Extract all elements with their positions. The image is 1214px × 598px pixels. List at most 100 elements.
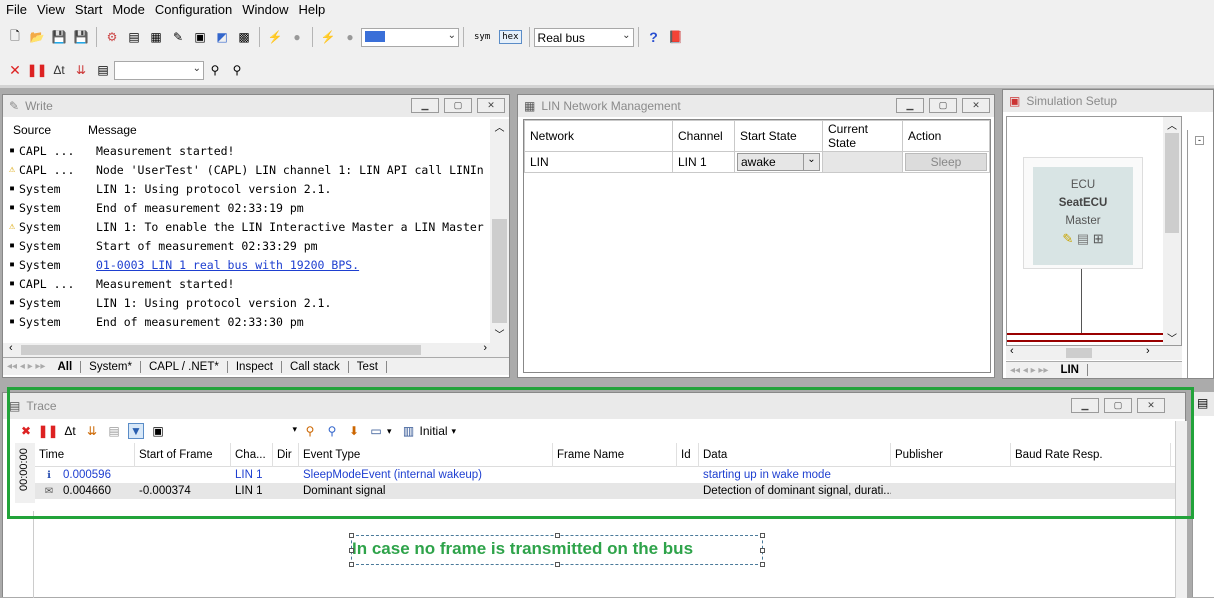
network-node-icon[interactable]: ⊞ [1093, 231, 1104, 246]
options-icon[interactable]: ▤ [95, 62, 111, 78]
trace-col-9[interactable]: Baud Rate Resp. [1011, 442, 1171, 467]
new-file-icon[interactable]: 🗋 [7, 29, 23, 45]
lin-start-state-cell[interactable]: awake ⌄ [734, 151, 823, 173]
trace-col-6[interactable]: Id [677, 442, 699, 467]
trace-row[interactable]: ✉ 0.004660 -0.000374 LIN 1 Dominant signal De… [35, 483, 1175, 499]
pencil-icon[interactable]: ✎ [1062, 231, 1073, 246]
tab-write-1[interactable]: System* [81, 360, 141, 373]
capl-editor-icon[interactable]: ✎ [170, 29, 186, 45]
chevron-down-icon[interactable]: ⌄ [803, 154, 819, 170]
detail-view-icon[interactable]: ▣ [150, 423, 166, 439]
lightning-start-icon[interactable]: ⚡ [267, 29, 283, 45]
maximize-button[interactable]: ▢ [1104, 398, 1132, 413]
lin-col-action[interactable]: Action [902, 120, 990, 152]
write-hscrollbar[interactable]: ‹ › [3, 342, 509, 357]
pause-icon[interactable]: ❚❚ [38, 423, 58, 439]
write-message-link[interactable]: 01-0003 LIN 1 real bus with 19200 BPS. [96, 258, 359, 272]
menu-view[interactable]: View [37, 2, 65, 17]
sim-vscrollbar[interactable]: ︿ ﹀ [1163, 117, 1181, 345]
filter-icon[interactable]: ▼ [128, 423, 144, 439]
columns-icon[interactable]: ▥ [401, 423, 417, 439]
open-folder-icon[interactable]: 📂 [29, 29, 45, 45]
trace-col-1[interactable]: Start of Frame [135, 442, 231, 467]
menu-file[interactable]: File [6, 2, 27, 17]
trace-row[interactable]: ℹ 0.000596 LIN 1 SleepModeEvent (internal w… [35, 467, 1175, 483]
trace-col-5[interactable]: Frame Name [553, 442, 677, 467]
menu-start[interactable]: Start [75, 2, 102, 17]
bus-mode-select[interactable]: Real bus ⌄ [533, 27, 634, 47]
database-icon[interactable]: ▤ [126, 29, 142, 45]
compile-icon[interactable]: ▣ [192, 29, 208, 45]
menu-window[interactable]: Window [242, 2, 288, 17]
find-next-icon[interactable]: ⚲ [324, 423, 340, 439]
trace-col-2[interactable]: Cha... [231, 442, 273, 467]
col-source[interactable]: Source [3, 123, 88, 137]
time-mode-icon[interactable]: Δt [51, 62, 67, 78]
menu-mode[interactable]: Mode [112, 2, 145, 17]
save-icon[interactable]: 💾 [51, 29, 67, 45]
save-all-icon[interactable]: 💾 [73, 29, 89, 45]
write-vscrollbar[interactable]: ︿ ﹀ [490, 119, 509, 343]
layout-icon[interactable]: ▭ [368, 423, 384, 439]
ecu-node[interactable]: ECU SeatECU Master ✎ ▤ ⊞ [1033, 167, 1133, 265]
filter-preset-label[interactable]: Initial [420, 424, 448, 438]
help-icon[interactable]: ? [646, 29, 662, 45]
minimize-button[interactable]: ▁ [411, 98, 439, 113]
maximize-button[interactable]: ▢ [444, 98, 472, 113]
test-icon[interactable]: ▩ [236, 29, 252, 45]
close-button[interactable]: ✕ [1137, 398, 1165, 413]
panel-editor-icon[interactable]: ▦ [148, 29, 164, 45]
annotation-box[interactable]: In case no frame is transmitted on the b… [349, 533, 765, 567]
trace-col-8[interactable]: Publisher [891, 442, 1011, 467]
menu-help[interactable]: Help [298, 2, 325, 17]
trace-col-7[interactable]: Data [699, 442, 891, 467]
trace-search-combo[interactable]: ▾ [169, 422, 299, 440]
pause-icon[interactable]: ❚❚ [27, 62, 47, 78]
export-icon[interactable]: ⬇ [346, 423, 362, 439]
close-button[interactable]: ✕ [962, 98, 990, 113]
trace-col-0[interactable]: Time [35, 442, 135, 467]
stop-icon[interactable]: ● [289, 29, 305, 45]
lin-col-current-state[interactable]: Current State [822, 120, 903, 152]
minimize-button[interactable]: ▁ [896, 98, 924, 113]
trace-col-3[interactable]: Dir [273, 442, 299, 467]
tab-write-3[interactable]: Inspect [227, 360, 282, 373]
sym-button[interactable]: sym [471, 30, 493, 44]
tab-write-0[interactable]: All [49, 360, 82, 373]
options-icon[interactable]: ▤ [106, 423, 122, 439]
start-state-select[interactable]: awake ⌄ [737, 153, 820, 171]
lin-col-channel[interactable]: Channel [672, 120, 735, 152]
step-icon[interactable]: ⚡ [320, 29, 336, 45]
maximize-button[interactable]: ▢ [929, 98, 957, 113]
filter-combo[interactable]: ⌄ [114, 60, 204, 80]
tab-write-2[interactable]: CAPL / .NET* [140, 360, 228, 373]
tab-write-4[interactable]: Call stack [281, 360, 349, 373]
find-next-icon[interactable]: ⚲ [229, 62, 245, 78]
find-prev-icon[interactable]: ⚲ [302, 423, 318, 439]
book-icon[interactable]: 📕 [668, 29, 684, 45]
progress-combo[interactable]: ⌄ [361, 27, 459, 47]
hex-button[interactable]: hex [499, 30, 522, 44]
sort-icon[interactable]: ⇊ [73, 62, 89, 78]
trace-col-4[interactable]: Event Type [299, 442, 553, 467]
lin-col-network[interactable]: Network [524, 120, 673, 152]
lin-col-start-state[interactable]: Start State [734, 120, 823, 152]
tab-lin[interactable]: LIN [1052, 364, 1088, 376]
clear-icon[interactable]: ✖ [18, 423, 34, 439]
network-config-icon[interactable]: ⚙ [104, 29, 120, 45]
chevron-down-icon[interactable]: ▾ [452, 426, 457, 437]
break-icon[interactable]: ● [342, 29, 358, 45]
close-button[interactable]: ✕ [477, 98, 505, 113]
delete-icon[interactable]: ✕ [7, 62, 23, 78]
tab-write-5[interactable]: Test [348, 360, 387, 373]
sleep-button[interactable]: Sleep [905, 153, 987, 171]
sort-icon[interactable]: ⇊ [84, 423, 100, 439]
col-message[interactable]: Message [88, 123, 137, 137]
sim-hscrollbar[interactable]: ‹ › [1006, 345, 1182, 360]
capl-file-icon[interactable]: ▤ [1077, 231, 1089, 246]
minimize-button[interactable]: ▁ [1071, 398, 1099, 413]
diagnostics-icon[interactable]: ◩ [214, 29, 230, 45]
find-icon[interactable]: ⚲ [207, 62, 223, 78]
menu-configuration[interactable]: Configuration [155, 2, 232, 17]
time-mode-icon[interactable]: Δt [62, 423, 78, 439]
